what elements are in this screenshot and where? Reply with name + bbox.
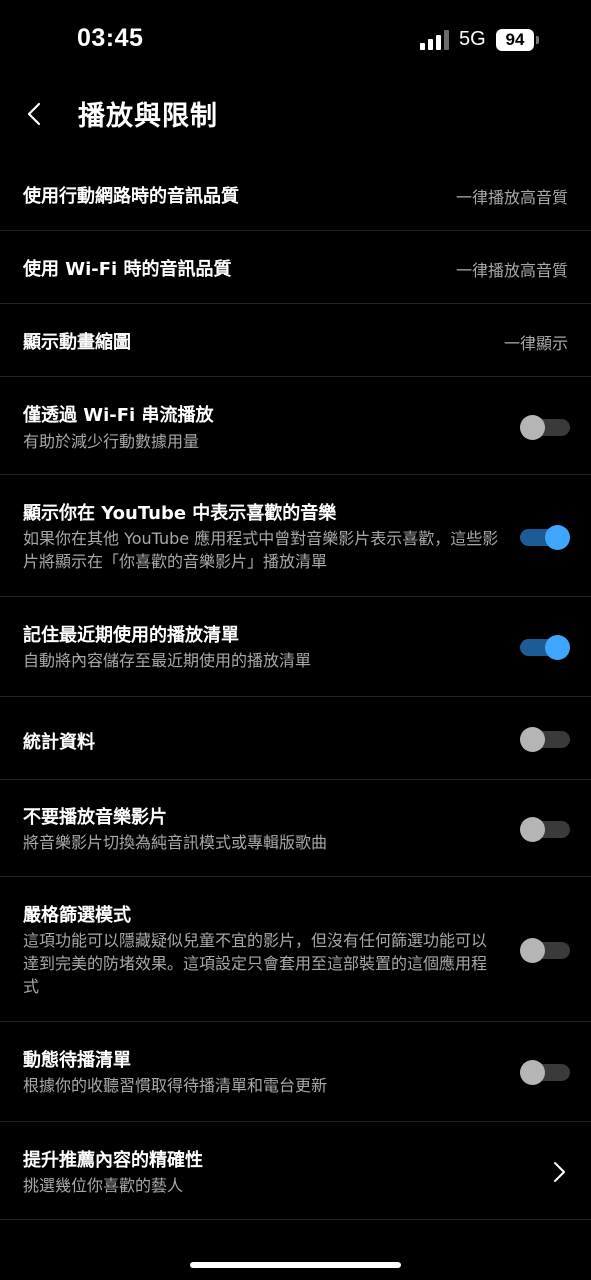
setting-stats: 統計資料 [0, 697, 591, 780]
setting-title: 嚴格篩選模式 [23, 905, 131, 926]
setting-subtitle: 將音樂影片切換為純音訊模式或專輯版歌曲 [23, 833, 328, 852]
setting-subtitle: 挑選幾位你喜歡的藝人 [23, 1176, 184, 1195]
setting-restricted-mode: 嚴格篩選模式 這項功能可以隱藏疑似兒童不宜的影片，但沒有任何篩選功能可以達到完美… [0, 877, 591, 1022]
setting-wifi-audio-quality[interactable]: 使用 Wi-Fi 時的音訊品質 一律播放高音質 [0, 231, 591, 304]
setting-subtitle: 如果你在其他 YouTube 應用程式中曾對音樂影片表示喜歡，這些影片將顯示在「… [23, 529, 499, 571]
setting-title: 動態待播清單 [23, 1050, 131, 1071]
setting-subtitle: 自動將內容儲存至最近期使用的播放清單 [23, 651, 312, 670]
setting-no-music-videos: 不要播放音樂影片 將音樂影片切換為純音訊模式或專輯版歌曲 [0, 780, 591, 877]
setting-subtitle: 有助於減少行動數據用量 [23, 432, 200, 451]
setting-title: 顯示你在 YouTube 中表示喜歡的音樂 [23, 503, 337, 524]
setting-title: 不要播放音樂影片 [23, 807, 167, 828]
setting-value: 一律播放高音質 [455, 261, 568, 280]
setting-title: 使用 Wi-Fi 時的音訊品質 [23, 259, 232, 280]
setting-animated-thumbnails[interactable]: 顯示動畫縮圖 一律顯示 [0, 304, 591, 377]
setting-dynamic-queue: 動態待播清單 根據你的收聽習慣取得待播清單和電台更新 [0, 1022, 591, 1122]
setting-improve-recommendations[interactable]: 提升推薦內容的精確性 挑選幾位你喜歡的藝人 [0, 1122, 591, 1220]
battery-icon: 94 [496, 29, 534, 51]
setting-title: 顯示動畫縮圖 [23, 332, 131, 353]
back-button[interactable] [14, 92, 54, 136]
home-indicator[interactable] [190, 1262, 401, 1268]
no-music-videos-toggle[interactable] [520, 817, 570, 842]
status-time: 03:45 [77, 24, 144, 52]
back-arrow-icon [27, 102, 41, 126]
setting-title: 僅透過 Wi-Fi 串流播放 [23, 405, 214, 426]
stats-toggle[interactable] [520, 727, 570, 752]
battery-cap [536, 36, 539, 44]
status-bar: 03:45 5G 94 [0, 0, 591, 80]
setting-title: 統計資料 [23, 732, 95, 753]
setting-title: 記住最近期使用的播放清單 [23, 625, 239, 646]
remember-playlist-toggle[interactable] [520, 635, 570, 660]
wifi-only-toggle[interactable] [520, 415, 570, 440]
header: 播放與限制 [0, 80, 591, 150]
page-title: 播放與限制 [78, 101, 218, 132]
setting-value: 一律播放高音質 [455, 188, 568, 207]
settings-list: 使用行動網路時的音訊品質 一律播放高音質 使用 Wi-Fi 時的音訊品質 一律播… [0, 158, 591, 1220]
show-liked-music-toggle[interactable] [520, 525, 570, 550]
setting-show-liked-music: 顯示你在 YouTube 中表示喜歡的音樂 如果你在其他 YouTube 應用程… [0, 475, 591, 597]
chevron-right-icon [554, 1162, 565, 1182]
setting-title: 使用行動網路時的音訊品質 [23, 186, 239, 207]
setting-title: 提升推薦內容的精確性 [23, 1150, 203, 1171]
setting-subtitle: 這項功能可以隱藏疑似兒童不宜的影片，但沒有任何篩選功能可以達到完美的防堵效果。這… [23, 931, 488, 996]
setting-subtitle: 根據你的收聽習慣取得待播清單和電台更新 [23, 1076, 328, 1095]
setting-wifi-only-streaming: 僅透過 Wi-Fi 串流播放 有助於減少行動數據用量 [0, 377, 591, 475]
dynamic-queue-toggle[interactable] [520, 1060, 570, 1085]
network-type: 5G [459, 28, 486, 50]
setting-value: 一律顯示 [503, 334, 568, 353]
restricted-mode-toggle[interactable] [520, 938, 570, 963]
setting-remember-playlist: 記住最近期使用的播放清單 自動將內容儲存至最近期使用的播放清單 [0, 597, 591, 697]
signal-icon [420, 30, 449, 50]
setting-mobile-audio-quality[interactable]: 使用行動網路時的音訊品質 一律播放高音質 [0, 158, 591, 231]
